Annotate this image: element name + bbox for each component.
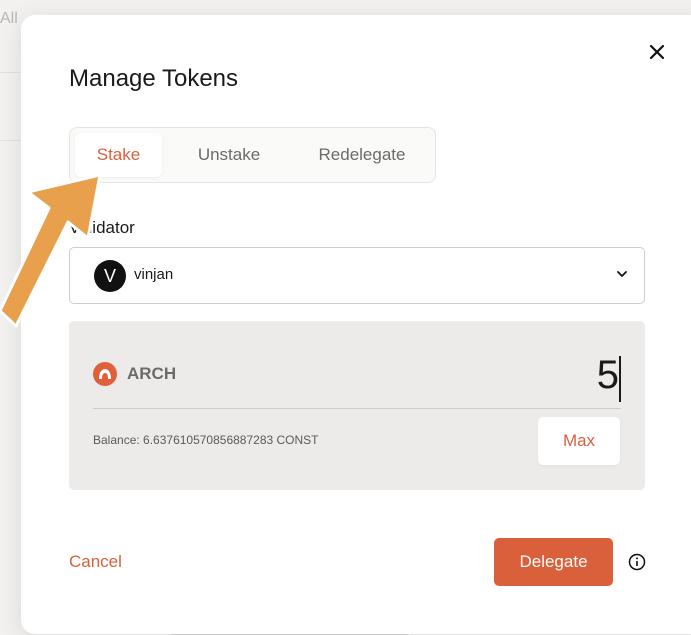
tab-redelegate[interactable]: Redelegate [302, 133, 422, 177]
validator-label: Validator [69, 218, 135, 237]
tab-stake[interactable]: Stake [75, 133, 162, 177]
manage-tokens-modal: Manage Tokens Stake Unstake Redelegate V… [21, 15, 691, 634]
info-icon[interactable] [628, 553, 646, 571]
background-divider [0, 140, 22, 141]
arch-token-icon [93, 362, 117, 386]
amount-divider [93, 408, 621, 409]
amount-input[interactable] [419, 351, 621, 399]
validator-select[interactable]: V vinjan [69, 247, 645, 304]
tab-bar: Stake Unstake Redelegate [69, 127, 436, 183]
validator-selected-value: vinjan [134, 266, 174, 283]
background-tab-label: All [0, 10, 18, 27]
close-icon [649, 44, 665, 60]
max-button[interactable]: Max [538, 417, 620, 465]
close-button[interactable] [644, 39, 670, 65]
validator-avatar: V [94, 260, 126, 292]
balance-text: Balance: 6.637610570856887283 CONST [93, 433, 319, 447]
text-caret [619, 356, 621, 402]
modal-title: Manage Tokens [69, 65, 239, 92]
tab-unstake[interactable]: Unstake [182, 133, 276, 177]
delegate-button[interactable]: Delegate [494, 538, 613, 586]
background-divider [0, 72, 22, 73]
chevron-down-icon [617, 271, 627, 277]
amount-panel: ARCH Balance: 6.637610570856887283 CONST… [69, 321, 645, 490]
token-name: ARCH [127, 364, 177, 383]
cancel-button[interactable]: Cancel [69, 552, 122, 572]
